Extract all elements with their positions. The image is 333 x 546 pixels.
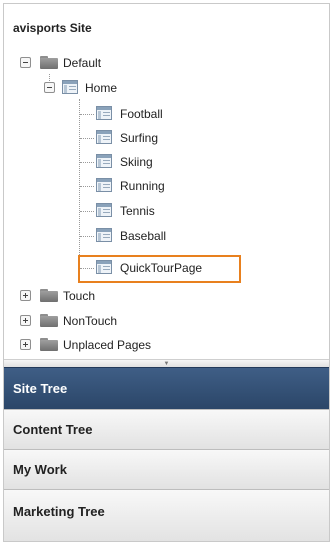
tree-node-label[interactable]: Running: [120, 179, 165, 193]
tree-node-label[interactable]: Tennis: [120, 204, 155, 218]
tree-node-nontouch[interactable]: NonTouch: [4, 310, 304, 332]
site-title: avisports Site: [13, 21, 92, 35]
tree-node-football[interactable]: Football: [4, 103, 304, 125]
folder-icon: [40, 314, 58, 327]
tree-node-skiing[interactable]: Skiing: [4, 151, 304, 173]
tree-node-label[interactable]: Home: [85, 81, 117, 95]
tree-node-touch[interactable]: Touch: [4, 285, 304, 307]
page-icon: [96, 228, 112, 242]
accordion-my-work[interactable]: My Work: [4, 449, 329, 489]
page-icon: [96, 178, 112, 192]
tree-node-label[interactable]: Surfing: [120, 131, 158, 145]
tree-node-quicktourpage[interactable]: QuickTourPage: [4, 257, 304, 279]
tree-node-label[interactable]: Touch: [63, 289, 95, 303]
tree-node-baseball[interactable]: Baseball: [4, 225, 304, 247]
expand-toggle-icon[interactable]: [20, 339, 31, 350]
accordion-marketing-tree[interactable]: Marketing Tree: [4, 489, 329, 541]
page-icon: [96, 203, 112, 217]
tree-node-surfing[interactable]: Surfing: [4, 127, 304, 149]
folder-icon: [40, 289, 58, 302]
accordion-label: Site Tree: [13, 381, 68, 396]
tree-node-label[interactable]: Skiing: [120, 155, 153, 169]
page-icon: [62, 80, 78, 94]
accordion-label: My Work: [13, 462, 67, 477]
page-icon: [96, 154, 112, 168]
tree-node-label[interactable]: NonTouch: [63, 314, 117, 328]
page-icon: [96, 106, 112, 120]
tree-node-label[interactable]: QuickTourPage: [120, 261, 202, 275]
tree-node-running[interactable]: Running: [4, 175, 304, 197]
panel-splitter[interactable]: ▼: [4, 359, 329, 367]
collapse-toggle-icon[interactable]: [44, 82, 55, 93]
tree-node-label[interactable]: Baseball: [120, 229, 166, 243]
tree-node-unplaced-pages[interactable]: Unplaced Pages: [4, 334, 304, 356]
tree-node-default[interactable]: Default: [4, 52, 304, 74]
expand-toggle-icon[interactable]: [20, 315, 31, 326]
folder-icon: [40, 56, 58, 69]
expand-toggle-icon[interactable]: [20, 290, 31, 301]
tree-node-label[interactable]: Unplaced Pages: [63, 338, 151, 352]
page-icon: [96, 260, 112, 274]
site-tree-panel: avisports Site Default Home Football Sur…: [4, 4, 329, 352]
tree-node-label[interactable]: Default: [63, 56, 101, 70]
accordion-content-tree[interactable]: Content Tree: [4, 409, 329, 449]
site-navigator-panel: avisports Site Default Home Football Sur…: [3, 3, 330, 542]
accordion-label: Content Tree: [13, 422, 93, 437]
page-icon: [96, 130, 112, 144]
collapse-toggle-icon[interactable]: [20, 57, 31, 68]
tree-node-home[interactable]: Home: [4, 77, 304, 99]
accordion-site-tree[interactable]: Site Tree: [4, 367, 329, 409]
folder-icon: [40, 338, 58, 351]
tree-node-tennis[interactable]: Tennis: [4, 200, 304, 222]
tree-node-label[interactable]: Football: [120, 107, 163, 121]
accordion-label: Marketing Tree: [13, 504, 105, 519]
